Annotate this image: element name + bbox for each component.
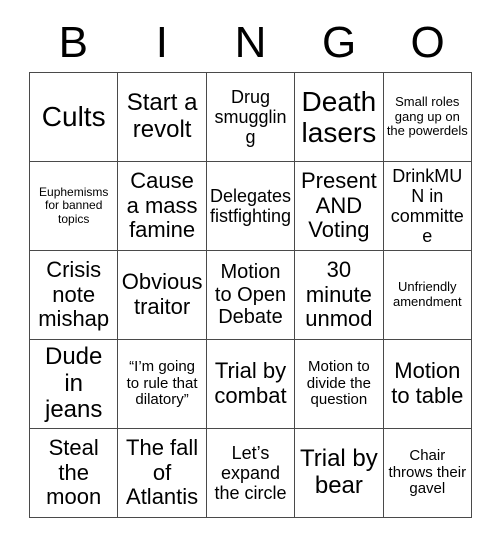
bingo-cell-text: Crisis note mishap [38, 257, 110, 332]
bingo-cell[interactable]: Obvious traitor [118, 251, 207, 340]
bingo-cell-text: “I’m going to rule that dilatory” [126, 357, 198, 409]
bingo-cell[interactable]: Start a revolt [118, 73, 207, 162]
bingo-header-letter-i: I [155, 18, 168, 67]
bingo-cell-text: Start a revolt [126, 89, 198, 143]
bingo-cell-text: Motion to divide the question [306, 357, 371, 409]
bingo-cell[interactable]: Delegates fistfighting [206, 162, 296, 251]
bingo-header-letter-g: G [321, 18, 357, 67]
bingo-cell[interactable]: Cause a mass famine [118, 162, 207, 251]
bingo-cell[interactable]: Cults [30, 73, 119, 162]
bingo-cell-text: Unfriendly amendment [392, 279, 462, 309]
bingo-header: B I N G O [29, 14, 472, 72]
bingo-cell-text: Steal the moon [46, 435, 102, 510]
bingo-cell[interactable]: Euphemisms for banned topics [30, 162, 119, 251]
bingo-cell-text: Cults [41, 101, 106, 133]
bingo-cell[interactable]: 30 minute unmod [295, 251, 384, 340]
bingo-cell[interactable]: Motion to table [383, 340, 472, 429]
bingo-cell[interactable]: Steal the moon [30, 429, 119, 518]
bingo-cell[interactable]: Motion to Open Debate [206, 251, 296, 340]
bingo-cell-text: Trial by bear [299, 445, 378, 499]
bingo-cell-text: Euphemisms for banned topics [39, 184, 109, 226]
bingo-cell[interactable]: Dude in jeans [30, 340, 119, 429]
bingo-cell-text: Dude in jeans [45, 342, 103, 424]
bingo-cell[interactable]: Chair throws their gavel [383, 429, 472, 518]
bingo-cell[interactable]: Trial by combat [206, 340, 296, 429]
bingo-cell-text: 30 minute unmod [305, 257, 373, 332]
bingo-cell[interactable]: Let’s expand the circle [206, 429, 296, 518]
bingo-cell-text: The fall of Atlantis [126, 435, 199, 510]
bingo-cell-text: DrinkMUN in committee [390, 165, 464, 247]
bingo-cell[interactable]: Unfriendly amendment [383, 251, 472, 340]
bingo-cell-text: Obvious traitor [121, 269, 203, 319]
bingo-header-letter-n: N [234, 18, 267, 67]
bingo-cell-text: Motion to Open Debate [214, 261, 287, 329]
bingo-cell[interactable]: Trial by bear [295, 429, 384, 518]
bingo-cell-text: Death lasers [301, 85, 377, 148]
bingo-cell-text: Chair throws their gavel [388, 446, 467, 498]
bingo-header-letter-o: O [410, 18, 445, 67]
bingo-cell[interactable]: The fall of Atlantis [118, 429, 207, 518]
bingo-cell-text: Present AND Voting [300, 168, 377, 243]
bingo-cell[interactable]: Drug smuggling [206, 73, 296, 162]
bingo-grid: Cults Start a revolt Drug smuggling Deat… [29, 72, 472, 518]
bingo-cell-text: Trial by combat [214, 358, 287, 408]
bingo-cell[interactable]: Present AND Voting [295, 162, 384, 251]
bingo-header-letter-b: B [58, 18, 88, 67]
bingo-cell-text: Small roles gang up on the powerdels [386, 94, 468, 139]
bingo-cell[interactable]: DrinkMUN in committee [383, 162, 472, 251]
bingo-card: B I N G O Cults Start a revolt Drug smug… [0, 0, 500, 544]
bingo-cell[interactable]: “I’m going to rule that dilatory” [118, 340, 207, 429]
bingo-cell[interactable]: Crisis note mishap [30, 251, 119, 340]
bingo-cell-text: Motion to table [391, 358, 464, 408]
bingo-cell-text: Cause a mass famine [126, 168, 198, 243]
bingo-cell[interactable]: Death lasers [295, 73, 384, 162]
bingo-cell-text: Drug smuggling [214, 86, 287, 148]
bingo-cell-text: Delegates fistfighting [209, 185, 292, 226]
bingo-cell[interactable]: Motion to divide the question [295, 340, 384, 429]
bingo-cell[interactable]: Small roles gang up on the powerdels [383, 73, 472, 162]
bingo-cell-text: Let’s expand the circle [214, 442, 287, 504]
